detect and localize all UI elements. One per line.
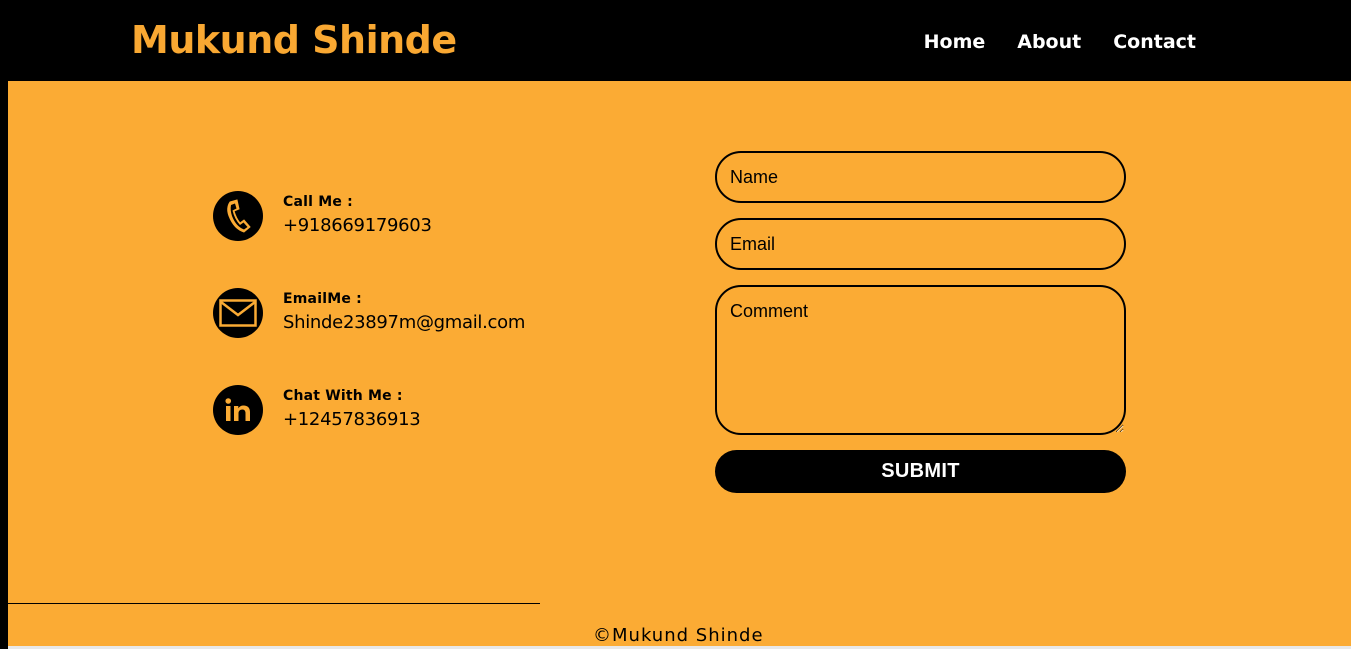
main-nav: Home About Contact — [924, 28, 1196, 56]
phone-title: Call Me : — [283, 194, 353, 210]
email-value: Shinde23897m@gmail.com — [283, 312, 526, 333]
comment-field[interactable] — [715, 285, 1126, 435]
nav-contact[interactable]: Contact — [1113, 28, 1196, 56]
mail-icon — [213, 288, 263, 338]
phone-value: +918669179603 — [283, 215, 432, 236]
linkedin-icon — [213, 385, 263, 435]
site-header: Mukund Shinde Home About Contact — [0, 0, 1351, 81]
brand-logo[interactable]: Mukund Shinde — [131, 14, 457, 66]
footer-copyright: ©Mukund Shinde — [593, 625, 764, 646]
phone-icon — [213, 191, 263, 241]
nav-about[interactable]: About — [1017, 28, 1081, 56]
email-field[interactable] — [715, 218, 1126, 270]
page: Mukund Shinde Home About Contact Call Me… — [0, 0, 1351, 649]
email-title: EmailMe : — [283, 291, 362, 307]
submit-button[interactable]: SUBMIT — [715, 450, 1126, 493]
footer-divider — [8, 603, 540, 604]
linkedin-title: Chat With Me : — [283, 388, 403, 404]
linkedin-value: +12457836913 — [283, 409, 421, 430]
contact-section: Call Me : +918669179603 EmailMe : Shinde… — [8, 81, 1351, 649]
name-field[interactable] — [715, 151, 1126, 203]
nav-home[interactable]: Home — [924, 28, 986, 56]
